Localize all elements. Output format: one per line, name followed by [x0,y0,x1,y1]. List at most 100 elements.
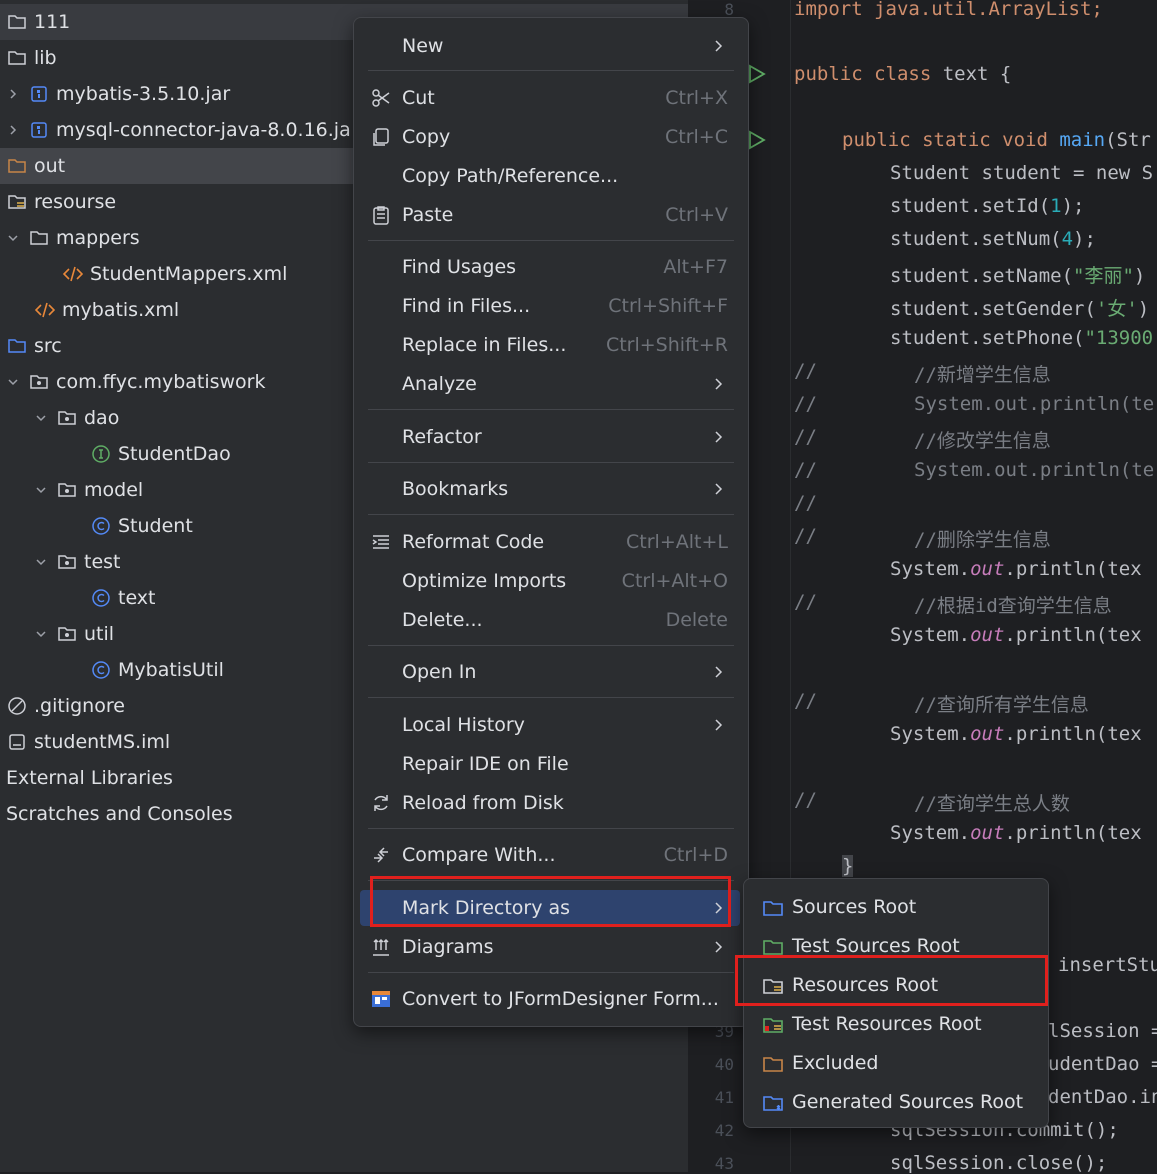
chevron-right-icon[interactable] [4,121,22,139]
module-file-icon [6,731,28,753]
line-number: 40 [714,1055,734,1074]
chevron-right-icon [715,941,723,953]
comment-marker: // [794,492,817,514]
tree-item-label: .gitignore [34,695,125,717]
menu-item-find-usages[interactable]: Find Usages Alt+F7 [360,249,740,285]
code-line: lSession = [1048,1020,1157,1042]
chevron-right-icon[interactable] [4,85,22,103]
class-icon [90,587,112,609]
chevron-down-icon[interactable] [4,373,22,391]
run-icon[interactable] [746,130,766,150]
menu-separator [368,514,734,515]
menu-item-reload-from-disk[interactable]: Reload from Disk [360,785,740,821]
code-line: sqlSession.close(); [890,1152,1108,1174]
menu-item-refactor[interactable]: Refactor [360,419,740,455]
code-line: dentDao.in [1048,1086,1157,1108]
run-icon[interactable] [746,64,766,84]
tree-item-label: External Libraries [6,767,173,789]
comment-marker: // [794,426,817,448]
code-line: //根据id查询学生信息 [914,595,1112,617]
excluded-folder-icon [6,155,28,177]
menu-item-replace-in-files[interactable]: Replace in Files... Ctrl+Shift+R [360,327,740,363]
menu-item-analyze[interactable]: Analyze [360,366,740,402]
tree-item-label: text [118,587,156,609]
jar-icon [28,83,50,105]
menu-separator [368,645,734,646]
menu-item-copy-path[interactable]: Copy Path/Reference... [360,158,740,194]
generated-folder-icon [763,1096,783,1111]
menu-item-new[interactable]: New [360,28,740,64]
menu-item-cut[interactable]: Cut Ctrl+X [360,80,740,116]
submenu-item-test-resources-root[interactable]: Test Resources Root [750,1006,1042,1042]
tree-item-label: Scratches and Consoles [6,803,233,825]
code-line: System.out.println(te [914,393,1155,415]
chevron-down-icon[interactable] [32,409,50,427]
xml-icon [34,299,56,321]
chevron-down-icon[interactable] [32,553,50,571]
chevron-down-icon[interactable] [4,229,22,247]
submenu-item-generated-sources-root[interactable]: Generated Sources Root [750,1084,1042,1120]
code-line: //新增学生信息 [914,364,1051,386]
code-line: //修改学生信息 [914,430,1051,452]
menu-item-bookmarks[interactable]: Bookmarks [360,471,740,507]
menu-item-compare-with[interactable]: Compare With... Ctrl+D [360,837,740,873]
tree-item-label: Student [118,515,193,537]
menu-item-optimize-imports[interactable]: Optimize Imports Ctrl+Alt+O [360,563,740,599]
tree-item-label: dao [84,407,120,429]
highlight-box [370,876,731,927]
line-number: 43 [714,1154,734,1173]
tree-item-label: mappers [56,227,140,249]
line-number: 42 [714,1121,734,1140]
submenu-item-sources-root[interactable]: Sources Root [750,889,1042,925]
submenu-item-excluded[interactable]: Excluded [750,1045,1042,1081]
comment-marker: // [794,789,817,811]
chevron-right-icon [715,483,723,495]
jar-icon [28,119,50,141]
folder-icon [28,227,50,249]
menu-item-copy[interactable]: Copy Ctrl+C [360,119,740,155]
menu-item-paste[interactable]: Paste Ctrl+V [360,197,740,233]
menu-item-local-history[interactable]: Local History [360,707,740,743]
tree-item-label: 111 [34,11,71,33]
chevron-right-icon [715,40,723,52]
package-icon [56,623,78,645]
code-line: student.setId(1); [890,195,1085,217]
folder-icon [6,11,28,33]
menu-item-diagrams[interactable]: Diagrams [360,929,740,965]
comment-marker: // [794,591,817,613]
menu-separator [368,972,734,973]
package-icon [28,371,50,393]
tree-item-label: test [84,551,121,573]
menu-item-convert-jformdesigner[interactable]: Convert to JFormDesigner Form... [360,981,740,1017]
menu-item-reformat-code[interactable]: Reformat Code Ctrl+Alt+L [360,524,740,560]
scissors-icon [372,89,390,107]
excluded-folder-icon [763,1057,783,1072]
comment-marker: // [794,690,817,712]
tree-item-label: mybatis.xml [62,299,180,321]
comment-marker: // [794,459,817,481]
code-line: insertStu [1058,954,1157,976]
class-icon [90,515,112,537]
tree-item-label: src [34,335,62,357]
menu-item-find-in-files[interactable]: Find in Files... Ctrl+Shift+F [360,288,740,324]
menu-separator [368,70,734,71]
line-number: 41 [714,1088,734,1107]
tree-item-label: resourse [34,191,117,213]
menu-separator [368,409,734,410]
menu-item-open-in[interactable]: Open In [360,654,740,690]
menu-item-delete[interactable]: Delete... Delete [360,602,740,638]
tree-item-label: mysql-connector-java-8.0.16.ja [56,119,351,141]
code-line: import java.util.ArrayList; [794,0,1103,20]
tree-item-label: StudentDao [118,443,231,465]
chevron-down-icon[interactable] [32,625,50,643]
reformat-icon [372,535,389,549]
chevron-right-icon [715,719,723,731]
menu-separator [368,240,734,241]
tree-item-label: util [84,623,115,645]
menu-separator [368,697,734,698]
menu-item-repair-ide[interactable]: Repair IDE on File [360,746,740,782]
chevron-right-icon [715,431,723,443]
code-line: //查询学生总人数 [914,793,1070,815]
chevron-down-icon[interactable] [32,481,50,499]
xml-icon [62,263,84,285]
